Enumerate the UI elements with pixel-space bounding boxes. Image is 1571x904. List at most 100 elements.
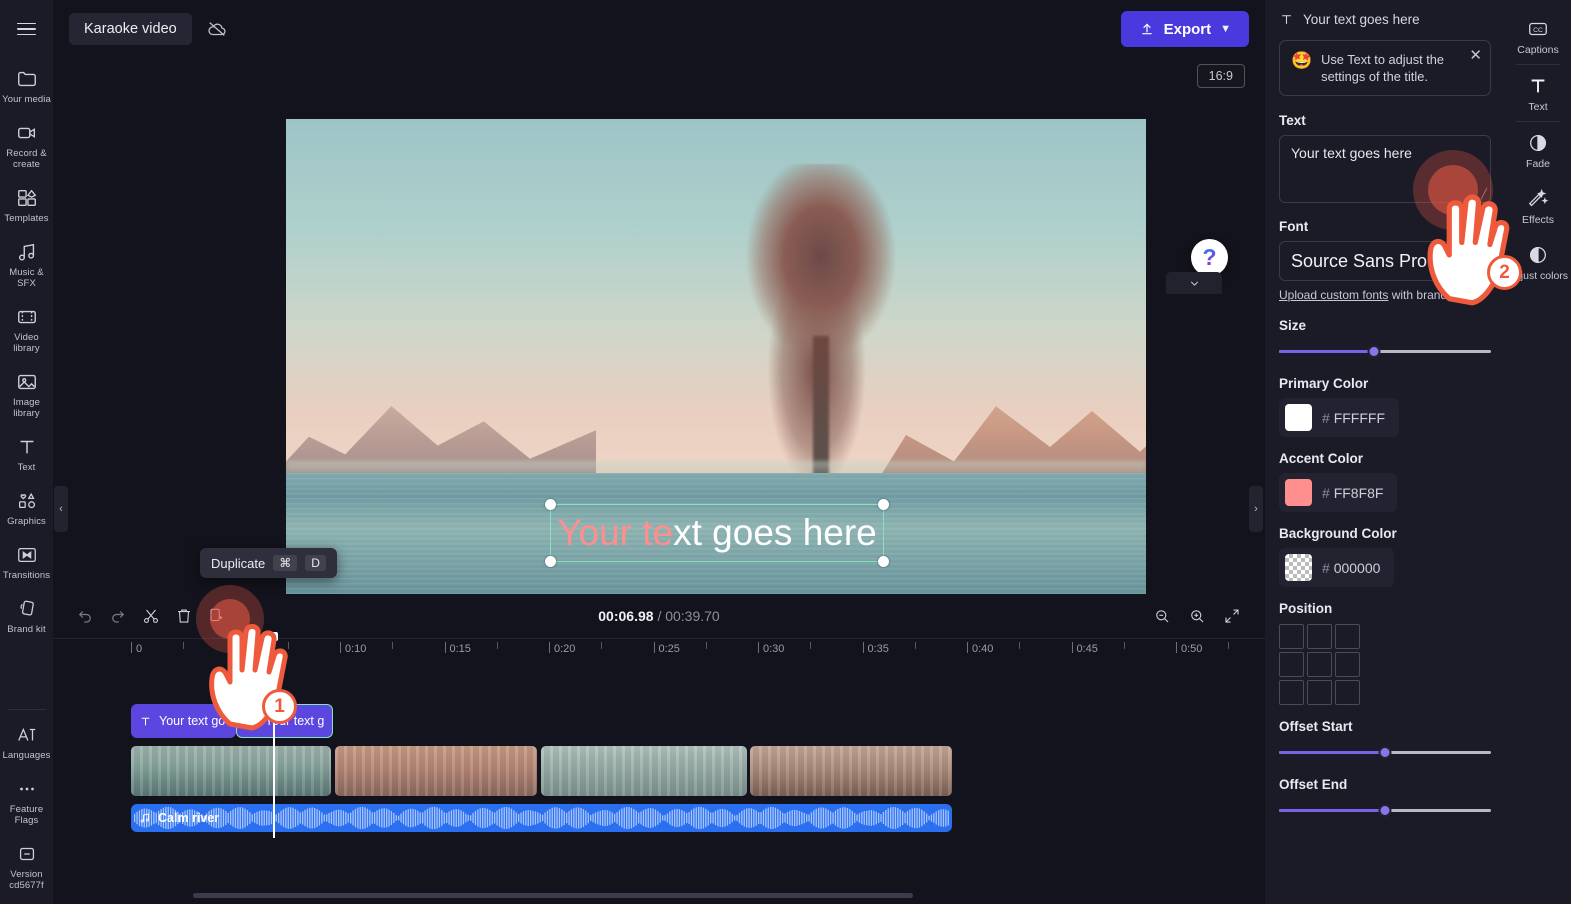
version-icon [15,842,39,866]
position-cell-top-center[interactable] [1307,624,1332,649]
accent-color-label: Accent Color [1279,451,1364,466]
duplicate-button[interactable] [201,600,233,632]
zoom-in-button[interactable] [1181,600,1213,632]
video-clip-4[interactable] [750,746,952,796]
primary-color-picker[interactable]: # FFFFFF [1279,398,1399,437]
font-select[interactable]: Source Sans Pro [1279,241,1491,281]
project-name-input[interactable]: Karaoke video [69,13,192,45]
video-clip-3[interactable] [541,746,747,796]
properties-panel: Your text goes here 🤩 Use Text to adjust… [1265,0,1505,904]
redo-button[interactable] [102,600,134,632]
resize-handle-top-left[interactable] [545,499,556,510]
position-cell-bottom-left[interactable] [1279,680,1304,705]
sidebar-item-feature-flags[interactable]: Feature Flags [0,768,53,833]
resize-handle-bottom-left[interactable] [545,556,556,567]
undo-button[interactable] [69,600,101,632]
menu-hamburger-button[interactable] [0,0,53,58]
right-item-fade[interactable]: Fade [1505,122,1571,178]
duplicate-tooltip: Duplicate ⌘ D [200,548,337,578]
timeline-ruler[interactable]: 0 0:05 0:10 0:15 0:20 0:25 0:30 0:35 0:40 0:45 0:5… [53,638,1334,662]
sidebar-item-graphics[interactable]: Graphics [0,480,53,534]
export-button[interactable]: Export ▼ [1120,11,1249,47]
position-cell-top-left[interactable] [1279,624,1304,649]
sidebar-item-languages[interactable]: Languages [0,714,53,768]
cloud-sync-off-icon[interactable] [202,14,232,44]
overlay-caption-sung: Your te [557,512,674,553]
right-item-text[interactable]: Text [1505,65,1571,121]
playhead[interactable] [269,632,277,838]
position-cell-middle-left[interactable] [1279,652,1304,677]
position-cell-bottom-right[interactable] [1335,680,1360,705]
export-label: Export [1163,20,1212,38]
sidebar-item-text[interactable]: Text [0,426,53,480]
sidebar-item-version[interactable]: Version cd5677f [0,833,53,898]
sidebar-item-music-sfx[interactable]: Music & SFX [0,231,53,296]
slider-knob[interactable] [1378,804,1392,817]
slider-fill [1279,350,1375,353]
slider-knob[interactable] [1367,345,1381,358]
collapse-left-panel-handle[interactable]: ‹ [54,486,68,532]
sidebar-divider [7,709,46,710]
sidebar-item-video-library[interactable]: Video library [0,296,53,361]
accent-color-swatch [1285,479,1312,506]
folder-icon [15,67,39,91]
help-button[interactable]: ? [1191,239,1228,276]
upload-icon [1139,21,1155,37]
position-cell-middle-center[interactable] [1307,652,1332,677]
sidebar-item-templates[interactable]: Templates [0,177,53,231]
sidebar-item-your-media[interactable]: Your media [0,58,53,112]
resize-handle-bottom-right[interactable] [878,556,889,567]
audio-clip[interactable]: Calm river [131,804,952,832]
right-item-captions[interactable]: CC Captions [1505,8,1571,64]
zoom-out-button[interactable] [1146,600,1178,632]
slider-fill [1279,809,1385,812]
offset-start-slider[interactable] [1279,743,1491,761]
text-overlay-selection[interactable]: Your text goes here [545,499,889,567]
aspect-ratio-badge[interactable]: 16:9 [1196,64,1245,88]
right-sidebar: CC Captions Text Fade Effects Adjust col… [1505,0,1571,904]
sidebar-item-image-library[interactable]: Image library [0,361,53,426]
clip-thumbnail-strip [335,746,537,796]
delete-button[interactable] [168,600,200,632]
background-color-picker[interactable]: # 000000 [1279,548,1395,587]
split-button[interactable] [135,600,167,632]
left-sidebar: Your media Record & create Templates Mus… [0,0,53,904]
fade-icon [1527,132,1549,154]
position-cell-bottom-center[interactable] [1307,680,1332,705]
position-grid [1279,624,1491,705]
video-clip-1[interactable] [131,746,331,796]
sidebar-label: Music & SFX [9,267,44,289]
resize-grip-icon[interactable]: ╱ [1481,189,1487,200]
step-badge-2: 2 [1487,255,1522,290]
text-input[interactable]: Your text goes here ╱ [1279,135,1491,203]
sidebar-item-record-create[interactable]: Record & create [0,112,53,177]
collapse-timeline-button[interactable] [1166,272,1222,294]
close-icon[interactable]: ✕ [1469,48,1482,63]
sidebar-label: Transitions [2,570,51,581]
resize-handle-top-right[interactable] [878,499,889,510]
sidebar-item-brand-kit[interactable]: Brand kit [0,588,53,642]
video-preview[interactable]: Your text goes here [286,119,1146,603]
video-clip-2[interactable] [335,746,537,796]
collapse-right-panel-handle[interactable]: › [1249,486,1263,532]
time-readout: 00:06.98 / 00:39.70 [53,608,1265,624]
preview-tree-splash [716,164,926,494]
position-cell-middle-right[interactable] [1335,652,1360,677]
timeline-horizontal-scrollbar[interactable] [193,893,913,898]
accent-color-picker[interactable]: # FF8F8F [1279,473,1398,512]
position-cell-top-right[interactable] [1335,624,1360,649]
fit-to-screen-button[interactable] [1216,600,1248,632]
upload-fonts-suffix: with brand kit [1388,288,1463,302]
primary-color-swatch [1285,404,1312,431]
upload-custom-fonts-link[interactable]: Upload custom fonts [1279,288,1388,302]
offset-end-slider[interactable] [1279,801,1491,819]
right-item-effects[interactable]: Effects [1505,178,1571,234]
size-slider[interactable] [1279,342,1491,360]
equalizer-icon [245,715,258,728]
slider-knob[interactable] [1378,746,1392,759]
text-clip-1[interactable]: Your text goe [131,704,236,738]
current-time: 00:06.98 [598,608,654,624]
sidebar-item-transitions[interactable]: Transitions [0,534,53,588]
clip-thumbnail-strip [131,746,331,796]
text-t-icon [1527,75,1549,97]
